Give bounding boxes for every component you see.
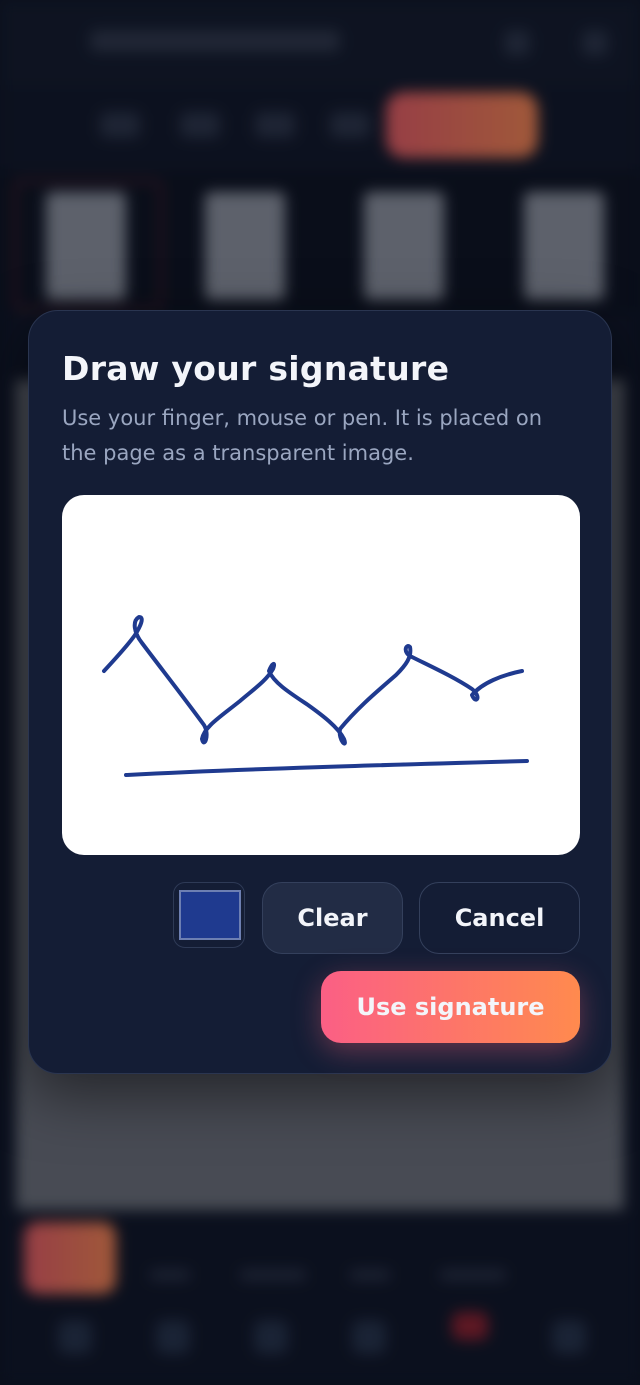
clear-button[interactable]: Clear: [262, 882, 403, 954]
signature-canvas[interactable]: [62, 495, 580, 855]
pen-color-swatch: [179, 890, 241, 940]
pen-color-picker[interactable]: [173, 882, 245, 948]
dialog-description: Use your finger, mouse or pen. It is pla…: [62, 406, 543, 465]
signature-dialog: Draw your signature Use your finger, mou…: [28, 310, 612, 1074]
signature-stroke: [102, 615, 529, 777]
use-signature-button[interactable]: Use signature: [321, 971, 580, 1043]
dialog-title: Draw your signature: [62, 349, 450, 388]
cancel-button[interactable]: Cancel: [419, 882, 580, 954]
